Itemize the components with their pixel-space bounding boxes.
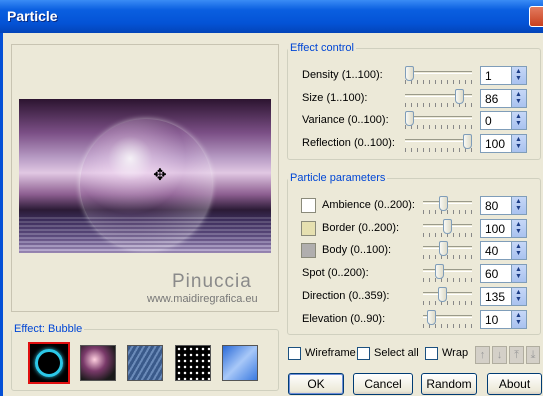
- arrow-bottom-icon[interactable]: ⤓: [526, 346, 540, 364]
- ok-button[interactable]: OK: [288, 373, 344, 395]
- move-cursor-icon: ✥: [153, 167, 167, 184]
- select-all-label: Select all: [374, 347, 419, 359]
- density-slider-ticks: [405, 80, 472, 84]
- effect-control-legend: Effect control: [290, 42, 354, 54]
- density-slider-track[interactable]: [405, 71, 472, 74]
- water-reflection: [19, 217, 271, 253]
- arrow-down-icon[interactable]: ↓: [492, 346, 507, 364]
- body-slider-thumb[interactable]: [439, 241, 448, 256]
- density-spin-arrows-icon[interactable]: ▲ ▼: [511, 67, 526, 84]
- effect-thumb-light[interactable]: [222, 345, 258, 381]
- preview-image[interactable]: [19, 99, 271, 253]
- spot-value[interactable]: 60: [485, 267, 498, 281]
- variance-label: Variance (0..100):: [302, 114, 389, 126]
- select-all-checkbox[interactable]: [357, 347, 370, 360]
- direction-slider-thumb[interactable]: [438, 287, 448, 302]
- spot-spin-arrows-icon[interactable]: ▲ ▼: [511, 265, 526, 282]
- body-color-swatch[interactable]: [301, 243, 316, 258]
- ambience-spinbox[interactable]: 80 ▲ ▼: [480, 196, 527, 215]
- ambience-value[interactable]: 80: [485, 199, 498, 213]
- direction-value[interactable]: 135: [485, 290, 505, 304]
- spot-spinbox[interactable]: 60 ▲ ▼: [480, 264, 527, 283]
- effect-thumb-rain[interactable]: [127, 345, 163, 381]
- size-slider-thumb[interactable]: [454, 89, 464, 104]
- ambience-slider-ticks: [423, 210, 472, 214]
- elevation-label: Elevation (0..90):: [302, 313, 386, 325]
- about-button[interactable]: About: [487, 373, 542, 395]
- arrow-up-icon[interactable]: ↑: [475, 346, 490, 364]
- effect-thumb-bubble[interactable]: [28, 342, 70, 384]
- ambience-slider-thumb[interactable]: [439, 196, 448, 211]
- elevation-spinbox[interactable]: 10 ▲ ▼: [480, 310, 527, 329]
- body-label: Body (0..100):: [322, 244, 392, 256]
- border-value[interactable]: 100: [485, 222, 505, 236]
- direction-label: Direction (0..359):: [302, 290, 390, 302]
- title-bar: Particle: [0, 0, 543, 33]
- border-label: Border (0..200):: [322, 222, 400, 234]
- direction-spin-arrows-icon[interactable]: ▲ ▼: [511, 288, 526, 305]
- variance-spin-arrows-icon[interactable]: ▲ ▼: [511, 112, 526, 129]
- watermark-text: Pinuccia: [172, 271, 252, 292]
- reflection-value[interactable]: 100: [485, 137, 505, 151]
- size-spin-arrows-icon[interactable]: ▲ ▼: [511, 90, 526, 107]
- spot-label: Spot (0..200):: [302, 267, 369, 279]
- elevation-spin-arrows-icon[interactable]: ▲ ▼: [511, 311, 526, 328]
- reflection-slider-ticks: [405, 148, 472, 152]
- spot-slider-track[interactable]: [423, 269, 472, 272]
- wrap-checkbox[interactable]: [425, 347, 438, 360]
- variance-slider-track[interactable]: [405, 116, 472, 119]
- direction-slider-ticks: [423, 301, 472, 305]
- effect-thumb-sparkle[interactable]: [80, 345, 116, 381]
- elevation-slider-thumb[interactable]: [427, 310, 437, 325]
- direction-slider-track[interactable]: [423, 292, 472, 295]
- direction-spinbox[interactable]: 135 ▲ ▼: [480, 287, 527, 306]
- reflection-spinbox[interactable]: 100 ▲ ▼: [480, 134, 527, 153]
- border-spin-arrows-icon[interactable]: ▲ ▼: [511, 220, 526, 237]
- variance-slider-thumb[interactable]: [405, 111, 414, 126]
- reflection-spin-arrows-icon[interactable]: ▲ ▼: [511, 135, 526, 152]
- effect-thumb-stars[interactable]: [175, 345, 211, 381]
- body-value[interactable]: 40: [485, 244, 498, 258]
- size-spinbox[interactable]: 86 ▲ ▼: [480, 89, 527, 108]
- border-slider-thumb[interactable]: [443, 219, 452, 234]
- elevation-value[interactable]: 10: [485, 313, 498, 327]
- body-spinbox[interactable]: 40 ▲ ▼: [480, 241, 527, 260]
- random-button[interactable]: Random: [421, 373, 477, 395]
- window-title: Particle: [7, 8, 58, 24]
- density-slider-thumb[interactable]: [405, 66, 414, 81]
- size-label: Size (1..100):: [302, 92, 368, 104]
- arrow-top-icon[interactable]: ⤒: [509, 346, 524, 364]
- size-slider-ticks: [405, 103, 472, 107]
- spot-slider-ticks: [423, 278, 472, 282]
- border-spinbox[interactable]: 100 ▲ ▼: [480, 219, 527, 238]
- ambience-label: Ambience (0..200):: [322, 199, 415, 211]
- body-slider-ticks: [423, 255, 472, 259]
- wireframe-label: Wireframe: [305, 347, 356, 359]
- cancel-button[interactable]: Cancel: [353, 373, 413, 395]
- ambience-color-swatch[interactable]: [301, 198, 316, 213]
- density-label: Density (1..100):: [302, 69, 383, 81]
- body-spin-arrows-icon[interactable]: ▲ ▼: [511, 242, 526, 259]
- spot-slider-thumb[interactable]: [435, 264, 444, 279]
- reflection-slider-thumb[interactable]: [463, 134, 472, 149]
- variance-value[interactable]: 0: [485, 114, 492, 128]
- wireframe-checkbox[interactable]: [288, 347, 301, 360]
- particle-params-legend: Particle parameters: [290, 172, 386, 184]
- size-value[interactable]: 86: [485, 92, 498, 106]
- density-spinbox[interactable]: 1 ▲ ▼: [480, 66, 527, 85]
- variance-spinbox[interactable]: 0 ▲ ▼: [480, 111, 527, 130]
- ambience-spin-arrows-icon[interactable]: ▲ ▼: [511, 197, 526, 214]
- density-value[interactable]: 1: [485, 69, 492, 83]
- reflection-slider-track[interactable]: [405, 139, 472, 142]
- close-button[interactable]: [529, 6, 543, 27]
- reflection-label: Reflection (0..100):: [302, 137, 395, 149]
- variance-slider-ticks: [405, 125, 472, 129]
- wrap-label: Wrap: [442, 347, 469, 359]
- border-color-swatch[interactable]: [301, 221, 316, 236]
- watermark-url: www.maidiregrafica.eu: [147, 293, 258, 305]
- effect-bubble-legend: Effect: Bubble: [14, 323, 83, 335]
